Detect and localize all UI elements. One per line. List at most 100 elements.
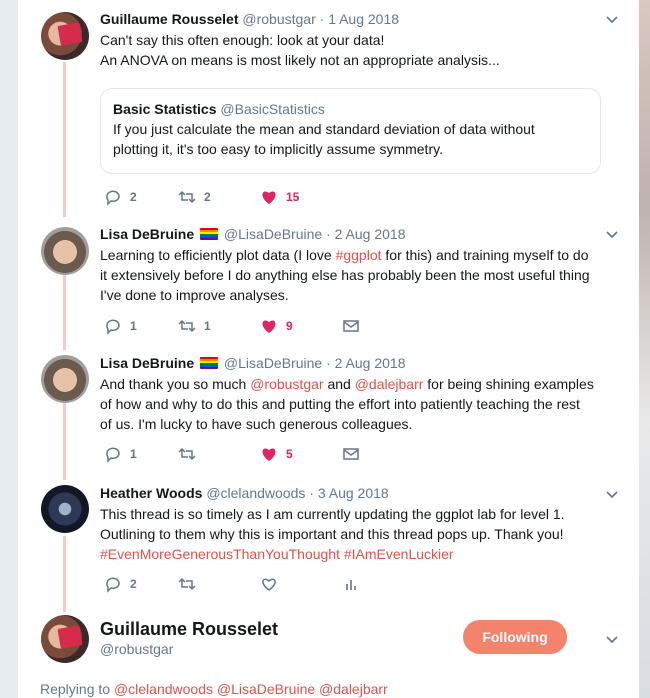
tweet-line: #EvenMoreGenerousThanYouThought #IAmEven… — [100, 544, 620, 564]
mention-link[interactable]: @clelandwoods — [114, 681, 213, 697]
retweet-button[interactable] — [178, 575, 196, 593]
retweet-icon — [178, 319, 196, 333]
retweet-button[interactable]: 1 — [178, 317, 211, 335]
mail-icon — [343, 448, 359, 460]
direct-message-button[interactable] — [342, 317, 360, 335]
separator: · — [326, 355, 331, 371]
reply-button[interactable]: 1 — [104, 445, 137, 463]
author-handle[interactable]: @LisaDeBruine — [224, 355, 322, 371]
like-button[interactable]: 9 — [260, 317, 293, 335]
retweet-button[interactable] — [178, 445, 196, 463]
reply-count: 1 — [130, 447, 137, 461]
tweet[interactable]: Heather Woods @clelandwoods · 3 Aug 2018… — [18, 475, 639, 605]
focused-author-name[interactable]: Guillaume Rousselet — [100, 619, 278, 640]
hashtag-link[interactable]: #IAmEvenLuckier — [344, 546, 454, 562]
author-name[interactable]: Heather Woods — [100, 485, 202, 501]
tweet-line: it extensively before I do anything else… — [100, 267, 590, 283]
separator: · — [309, 485, 314, 501]
avatar[interactable] — [41, 485, 89, 533]
tweet-line: I've done to improve analyses. — [100, 287, 289, 303]
reply-icon — [106, 190, 120, 206]
like-button[interactable]: 15 — [260, 188, 299, 206]
tweet-line: Outlining to them why this is important … — [100, 526, 564, 542]
like-button[interactable] — [260, 575, 278, 593]
avatar[interactable] — [41, 227, 89, 275]
tweet-text: And thank you so much @robustgar and @da… — [100, 374, 620, 434]
replying-label: Replying to — [40, 681, 111, 697]
chevron-down-icon[interactable] — [605, 12, 618, 24]
tweet-line: And thank you so much @robustgar and @da… — [100, 376, 594, 392]
quoted-text-line: plotting it, it's too easy to implicitly… — [113, 141, 443, 157]
quoted-tweet[interactable]: Basic Statistics @BasicStatistics If you… — [100, 88, 601, 174]
mention-link[interactable]: @robustgar — [250, 376, 323, 392]
author-name[interactable]: Lisa DeBruine — [100, 226, 194, 242]
hashtag-link[interactable]: #EvenMoreGenerousThanYouThought — [100, 546, 340, 562]
analytics-icon — [346, 580, 356, 590]
rainbow-flag-icon — [200, 228, 219, 240]
separator: · — [326, 226, 331, 242]
reply-count: 2 — [130, 190, 137, 204]
heart-icon — [262, 320, 276, 333]
avatar[interactable] — [41, 12, 89, 60]
reply-button[interactable]: 2 — [104, 188, 137, 206]
retweet-button[interactable]: 2 — [178, 188, 211, 206]
tweet-date[interactable]: 2 Aug 2018 — [335, 226, 406, 242]
chevron-down-icon[interactable] — [605, 487, 618, 499]
tweet[interactable]: Guillaume Rousselet @robustgar · 1 Aug 2… — [18, 0, 639, 215]
mention-link[interactable]: @dalejbarr — [355, 376, 424, 392]
focused-author-handle[interactable]: @robustgar — [100, 641, 173, 657]
analytics-button[interactable] — [342, 575, 360, 593]
heart-icon — [262, 191, 276, 204]
tweet-line: Learning to efficiently plot data (I lov… — [100, 247, 589, 263]
tweet-line: of us. I'm lucky to have such generous c… — [100, 416, 413, 432]
reply-icon — [106, 447, 120, 463]
tweet[interactable]: Lisa DeBruine @LisaDeBruine · 2 Aug 2018… — [18, 215, 639, 345]
reply-icon — [106, 319, 120, 335]
avatar[interactable] — [41, 355, 89, 403]
tweet-date[interactable]: 1 Aug 2018 — [328, 11, 399, 27]
retweet-count: 1 — [204, 319, 211, 333]
replying-to: Replying to @clelandwoods @LisaDeBruine … — [40, 681, 388, 697]
quoted-author-handle: @BasicStatistics — [220, 101, 325, 117]
author-handle[interactable]: @clelandwoods — [206, 485, 305, 501]
chevron-down-icon[interactable] — [605, 227, 618, 239]
avatar[interactable] — [41, 615, 89, 663]
tweet-text: This thread is so timely as I am current… — [100, 504, 620, 564]
author-name[interactable]: Lisa DeBruine — [100, 355, 194, 371]
following-button[interactable]: Following — [463, 620, 567, 654]
direct-message-button[interactable] — [342, 445, 360, 463]
tweet-header: Heather Woods @clelandwoods · 3 Aug 2018 — [100, 484, 389, 502]
thread-panel: Guillaume Rousselet @robustgar · 1 Aug 2… — [18, 0, 639, 698]
tweet-date[interactable]: 3 Aug 2018 — [318, 485, 389, 501]
separator: · — [319, 11, 325, 27]
retweet-icon — [178, 447, 196, 461]
reply-button[interactable]: 2 — [104, 575, 137, 593]
author-handle[interactable]: @robustgar — [242, 11, 315, 27]
like-count: 15 — [286, 190, 300, 204]
tweet[interactable]: Lisa DeBruine @LisaDeBruine · 2 Aug 2018… — [18, 345, 639, 475]
mention-link[interactable]: @dalejbarr — [319, 681, 388, 697]
background-edge — [639, 0, 650, 698]
tweet-header: Guillaume Rousselet @robustgar · 1 Aug 2… — [100, 10, 399, 28]
tweet-date[interactable]: 2 Aug 2018 — [335, 355, 406, 371]
like-count: 9 — [286, 319, 293, 333]
tweet-line: Can't say this often enough: look at you… — [100, 32, 385, 48]
hashtag-link[interactable]: #ggplot — [336, 247, 382, 263]
chevron-down-icon[interactable] — [605, 632, 618, 644]
reply-button[interactable]: 1 — [104, 317, 137, 335]
rainbow-flag-icon — [200, 357, 219, 369]
reply-icon — [106, 577, 120, 593]
retweet-count: 2 — [204, 190, 211, 204]
reply-count: 2 — [130, 577, 137, 591]
tweet-line: An ANOVA on means is most likely not an … — [100, 52, 500, 68]
tweet-line: This thread is so timely as I am current… — [100, 506, 565, 522]
quoted-text-line: If you just calculate the mean and stand… — [113, 121, 535, 137]
author-name[interactable]: Guillaume Rousselet — [100, 11, 238, 27]
reply-count: 1 — [130, 319, 137, 333]
mention-link[interactable]: @LisaDeBruine — [217, 681, 315, 697]
tweet-line: of how and why to do this and putting th… — [100, 396, 580, 412]
like-button[interactable]: 5 — [260, 445, 293, 463]
tweet-text: Can't say this often enough: look at you… — [100, 30, 620, 70]
author-handle[interactable]: @LisaDeBruine — [224, 226, 322, 242]
heart-icon — [262, 448, 276, 461]
